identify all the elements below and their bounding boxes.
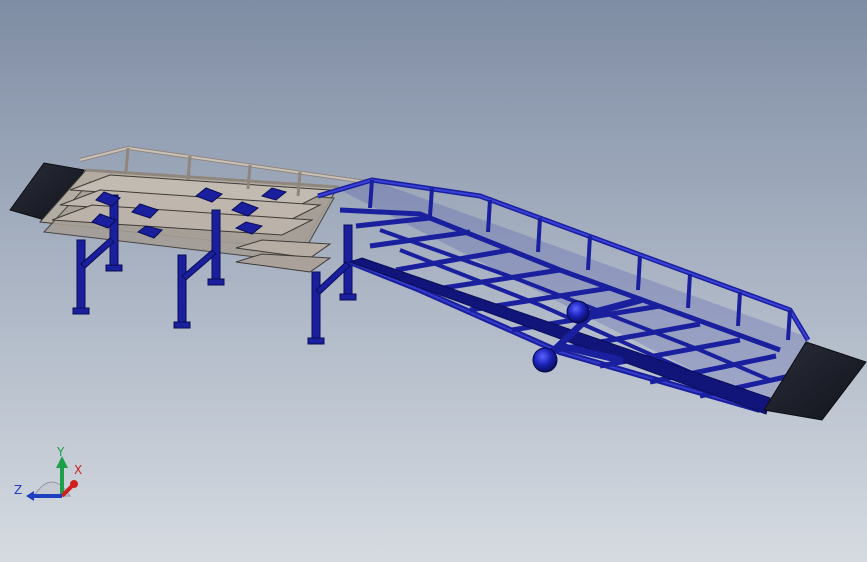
y-axis-label: Y	[56, 445, 65, 459]
z-axis-head	[26, 491, 34, 501]
x-axis-label: X	[74, 463, 82, 477]
x-axis-head	[70, 480, 78, 488]
mobile-yard-ramp-model[interactable]	[0, 0, 867, 562]
platform-frame	[38, 145, 367, 273]
cad-viewport[interactable]: Y X Z	[0, 0, 867, 562]
z-axis-label: Z	[14, 483, 22, 497]
ramp-section	[317, 177, 811, 415]
orientation-triad: Y X Z	[14, 445, 82, 501]
